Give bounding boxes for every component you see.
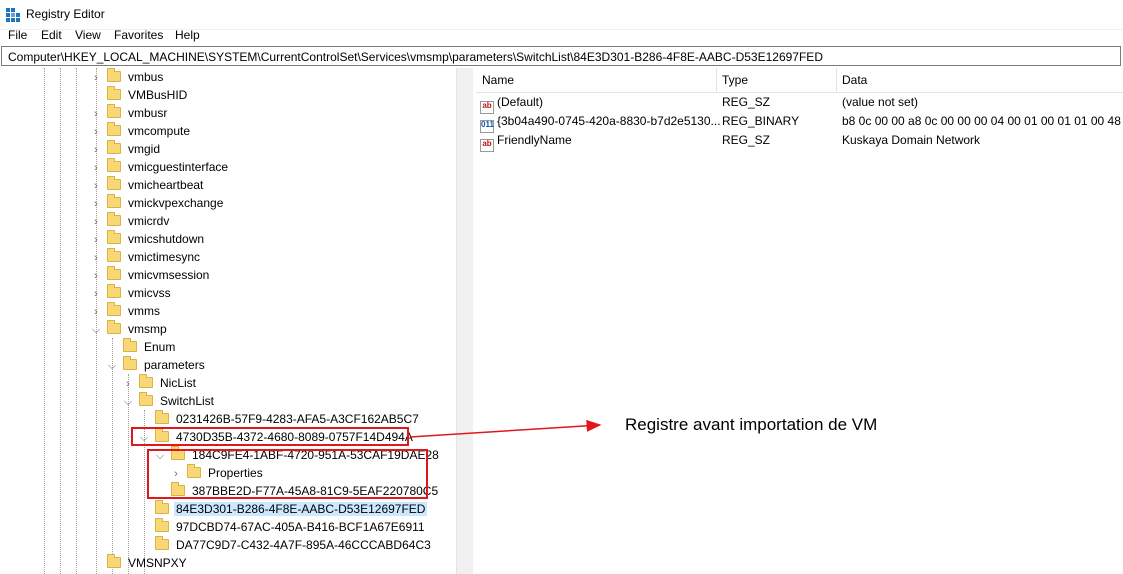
annotation-text: Registre avant importation de VM (625, 415, 878, 434)
annotation-arrow (409, 419, 602, 438)
